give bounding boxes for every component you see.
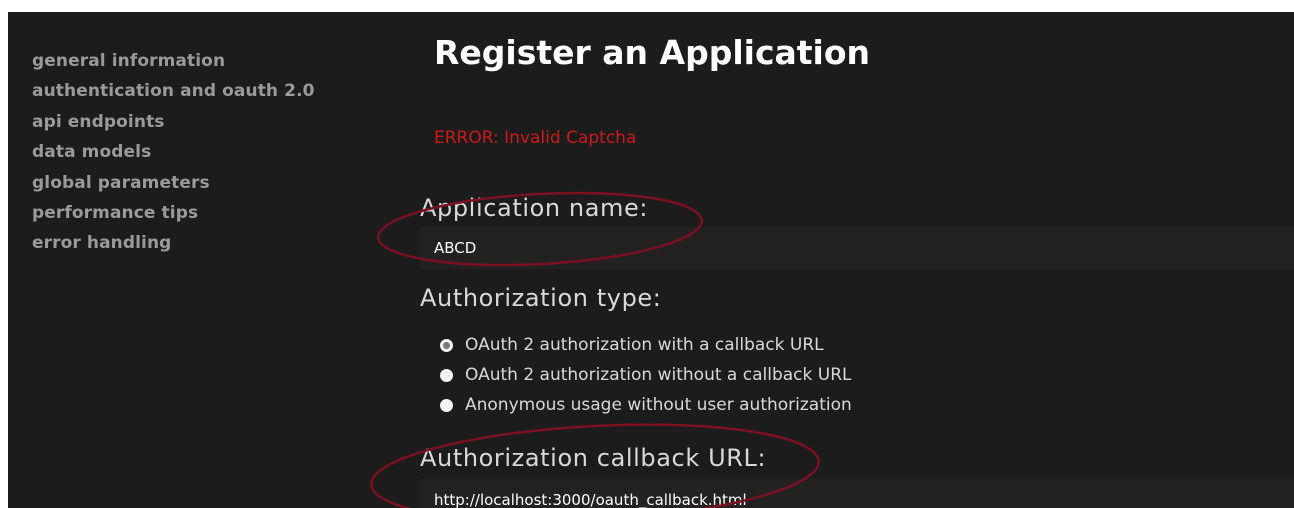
authorization-type-radio-group: OAuth 2 authorization with a callback UR… [440,330,852,420]
page-title: Register an Application [434,33,871,72]
application-name-field[interactable] [420,227,1294,269]
sidebar: general information authentication and o… [32,46,315,259]
authorization-type-label: Authorization type: [420,284,662,312]
sidebar-item-api-endpoints[interactable]: api endpoints [32,107,315,137]
sidebar-item-error-handling[interactable]: error handling [32,228,315,258]
radio-unchecked-icon[interactable] [440,398,453,412]
page-frame: general information authentication and o… [8,12,1294,508]
sidebar-item-performance-tips[interactable]: performance tips [32,198,315,228]
radio-label: OAuth 2 authorization without a callback… [465,365,852,385]
radio-label: OAuth 2 authorization with a callback UR… [465,335,824,355]
sidebar-item-general-information[interactable]: general information [32,46,315,76]
error-message: ERROR: Invalid Captcha [434,128,637,148]
radio-oauth-without-callback[interactable]: OAuth 2 authorization without a callback… [440,360,852,390]
callback-url-field[interactable] [420,479,1294,508]
sidebar-item-authentication[interactable]: authentication and oauth 2.0 [32,76,315,106]
sidebar-item-data-models[interactable]: data models [32,137,315,167]
radio-checked-icon[interactable] [440,338,453,352]
application-name-label: Application name: [420,194,649,222]
radio-oauth-with-callback[interactable]: OAuth 2 authorization with a callback UR… [440,330,852,360]
sidebar-item-global-parameters[interactable]: global parameters [32,168,315,198]
radio-anonymous-usage[interactable]: Anonymous usage without user authorizati… [440,390,852,420]
callback-url-label: Authorization callback URL: [420,444,767,472]
radio-unchecked-icon[interactable] [440,368,453,382]
radio-label: Anonymous usage without user authorizati… [465,395,852,415]
